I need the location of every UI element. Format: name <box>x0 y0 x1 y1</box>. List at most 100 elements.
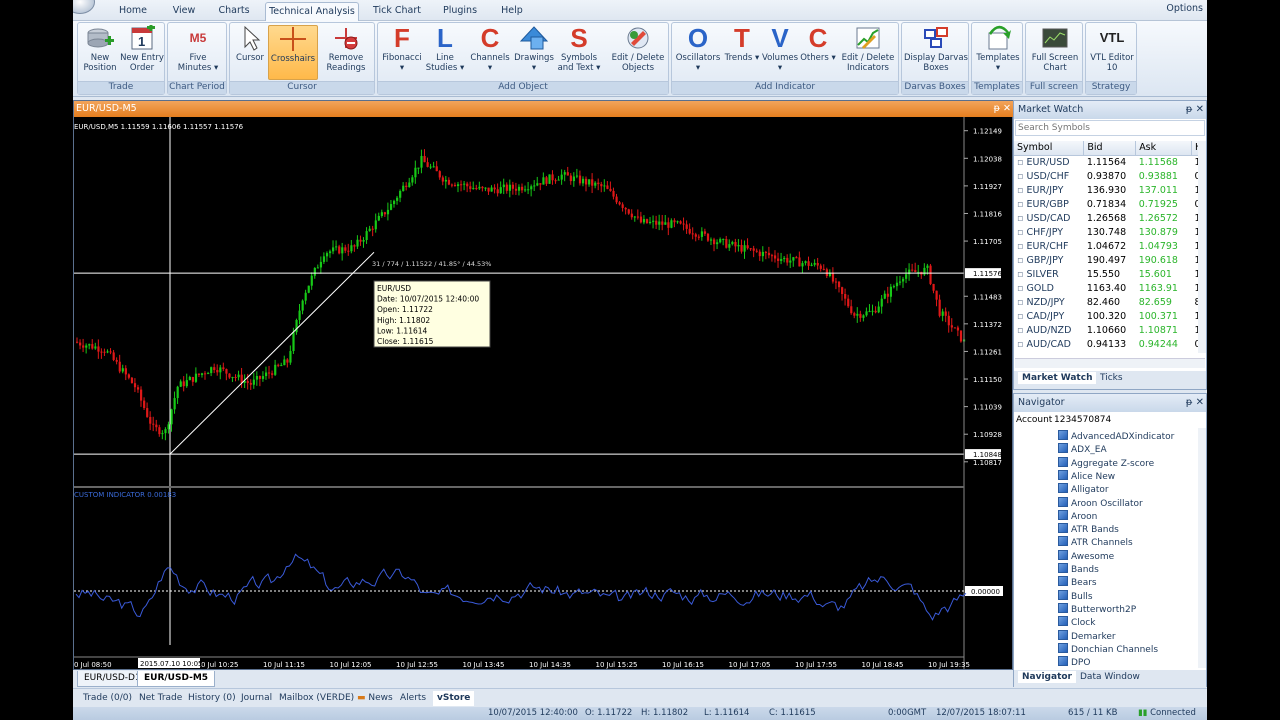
table-row[interactable]: ▫ GOLD1163.401163.911 <box>1014 281 1204 295</box>
tab-home[interactable]: Home <box>113 2 153 21</box>
symbols-and-text-button[interactable]: S Symbols and Text ▾ <box>556 25 602 80</box>
table-row[interactable]: ▫ AUD/CAD0.941330.942440 <box>1014 337 1204 351</box>
tab-net-trade[interactable]: Net Trade <box>139 691 182 706</box>
navigator-item[interactable]: Bands <box>1058 563 1099 576</box>
table-row[interactable]: ▫ SILVER15.55015.6011 <box>1014 267 1204 281</box>
column-symbol[interactable]: Symbol <box>1014 141 1085 156</box>
chart-tab-eurusd-m5[interactable]: EUR/USD-M5 <box>137 671 216 687</box>
navigator-item[interactable]: ADX_EA <box>1058 443 1107 456</box>
navigator-item[interactable]: DPO <box>1058 656 1090 668</box>
navigator-item[interactable]: AdvancedADXindicator <box>1058 430 1174 443</box>
tab-plugins[interactable]: Plugins <box>435 2 485 21</box>
navigator-item[interactable]: Alligator <box>1058 483 1109 496</box>
channels-button[interactable]: C Channels ▾ <box>468 25 512 80</box>
new-position-button[interactable]: New Position <box>80 25 120 80</box>
navigator-item[interactable]: Butterworth2P <box>1058 602 1136 616</box>
table-row[interactable]: ▫ AUD/NZD1.106601.108711 <box>1014 323 1204 337</box>
edit-delete-objects-button[interactable]: Edit / Delete Objects <box>608 25 668 80</box>
tab-navigator[interactable]: Navigator <box>1018 671 1076 683</box>
pin-icon[interactable]: ᵽ <box>1186 104 1193 115</box>
news-icon: ▬ <box>357 693 366 703</box>
navigator-item[interactable]: Aggregate Z-score <box>1058 456 1154 470</box>
table-row[interactable]: ▫ EUR/CHF1.046721.047931 <box>1014 239 1204 253</box>
close-icon[interactable]: ✕ <box>1196 104 1204 115</box>
column-bid[interactable]: Bid <box>1083 141 1137 156</box>
navigator-item[interactable]: Aroon Oscillator <box>1058 496 1143 510</box>
cursor-button[interactable]: Cursor <box>232 25 268 80</box>
table-row[interactable]: ▫ GBP/JPY190.497190.6181 <box>1014 253 1204 267</box>
candle-body <box>146 408 149 417</box>
fibonacci-button[interactable]: F Fibonacci ▾ <box>380 25 424 80</box>
table-row[interactable]: ▫ EUR/GBP0.718340.719250 <box>1014 197 1204 211</box>
remove-readings-button[interactable]: Remove Readings <box>320 25 372 80</box>
oscillators-label: Oscillators <box>675 53 721 63</box>
app-menu-button[interactable] <box>73 0 95 14</box>
oscillators-button[interactable]: O Oscillators ▾ <box>674 25 722 80</box>
tab-news[interactable]: ▬ News <box>357 691 393 706</box>
table-row[interactable]: ▫ CAD/JPY100.320100.3711 <box>1014 309 1204 323</box>
table-row[interactable]: ▫ USD/CAD1.265681.265721 <box>1014 211 1204 225</box>
table-row[interactable]: ▫ EUR/USD1.115641.115681 <box>1014 155 1204 169</box>
pin-icon[interactable]: ᵽ <box>994 103 1000 114</box>
candle-body <box>325 253 329 257</box>
options-link[interactable]: Options <box>1166 3 1203 14</box>
navigator-item[interactable]: Awesome <box>1058 549 1114 563</box>
navigator-item[interactable]: Demarker <box>1058 629 1116 643</box>
close-icon[interactable]: ✕ <box>1196 397 1204 408</box>
tab-data-window[interactable]: Data Window <box>1080 672 1140 682</box>
candle-body <box>234 377 237 379</box>
tab-charts[interactable]: Charts <box>211 2 257 21</box>
close-icon[interactable]: ✕ <box>1003 103 1011 114</box>
market-watch-scrollbar[interactable] <box>1198 141 1206 353</box>
crosshairs-button[interactable]: Crosshairs <box>268 25 318 80</box>
navigator-item[interactable]: Aroon <box>1058 509 1097 523</box>
new-entry-order-button[interactable]: 1 New Entry Order <box>120 24 164 80</box>
symbol-icon: ▫ <box>1017 296 1024 308</box>
navigator-item[interactable]: Donchian Channels <box>1058 642 1158 656</box>
table-row[interactable]: ▫ NZD/JPY82.46082.6598 <box>1014 295 1204 309</box>
drawings-button[interactable]: Drawings ▾ <box>512 25 556 80</box>
tab-market-watch[interactable]: Market Watch <box>1018 372 1097 384</box>
tab-history[interactable]: History (0) <box>188 691 236 706</box>
table-row[interactable]: ▫ EUR/JPY136.930137.0111 <box>1014 183 1204 197</box>
navigator-item[interactable]: ATR Bands <box>1058 523 1119 536</box>
candle-body <box>130 377 134 384</box>
display-darvas-boxes-button[interactable]: Display Darvas Boxes <box>904 25 968 80</box>
time-axis-label: 10 Jul 13:45 <box>463 661 505 669</box>
tab-alerts[interactable]: Alerts <box>400 691 426 706</box>
candle-body <box>426 162 429 167</box>
navigator-scrollbar[interactable] <box>1198 428 1206 668</box>
tab-mailbox[interactable]: Mailbox (VERDE) <box>279 691 354 706</box>
navigator-item[interactable]: Bears <box>1058 576 1097 589</box>
others-button[interactable]: C Others ▾ <box>800 25 836 80</box>
search-symbols-input[interactable] <box>1015 120 1205 136</box>
line-studies-button[interactable]: L Line Studies ▾ <box>424 25 466 80</box>
market-watch-h-scrollbar[interactable] <box>1015 358 1205 368</box>
navigator-item[interactable]: Clock <box>1058 616 1095 629</box>
navigator-item[interactable]: Alice New <box>1058 469 1115 483</box>
tab-technical-analysis[interactable]: Technical Analysis <box>265 2 359 21</box>
five-minutes-button[interactable]: M5 Five Minutes ▾ <box>172 25 224 80</box>
templates-button[interactable]: Templates ▾ <box>974 25 1022 80</box>
tab-ticks[interactable]: Ticks <box>1100 373 1123 383</box>
symbol-cell: ▫ AUD/NZD <box>1014 323 1084 337</box>
column-ask[interactable]: Ask <box>1135 141 1192 156</box>
vtl-editor-button[interactable]: VTL VTL Editor 10 <box>1088 25 1136 80</box>
volumes-button[interactable]: V Volumes ▾ <box>760 25 800 80</box>
calendar-icon: 1 <box>127 24 157 51</box>
tab-view[interactable]: View <box>163 2 205 21</box>
edit-delete-indicators-button[interactable]: Edit / Delete Indicators <box>838 25 898 80</box>
full-screen-chart-button[interactable]: Full Screen Chart <box>1028 25 1082 80</box>
tab-trade[interactable]: Trade (0/0) <box>83 691 132 706</box>
tab-journal[interactable]: Journal <box>241 691 272 706</box>
trends-button[interactable]: T Trends ▾ <box>724 25 760 80</box>
navigator-item[interactable]: Bulls <box>1058 589 1093 603</box>
price-chart-canvas[interactable]: 1.12149 1.12038 1.11927 1.11816 1.11705 1.115… <box>74 117 1012 669</box>
table-row[interactable]: ▫ CHF/JPY130.748130.8791 <box>1014 225 1204 239</box>
tab-vstore[interactable]: vStore <box>433 691 475 706</box>
table-row[interactable]: ▫ USD/CHF0.938700.938810 <box>1014 169 1204 183</box>
tab-tick-chart[interactable]: Tick Chart <box>368 2 426 21</box>
navigator-item[interactable]: ATR Channels <box>1058 536 1133 549</box>
pin-icon[interactable]: ᵽ <box>1186 397 1193 408</box>
tab-help[interactable]: Help <box>493 2 531 21</box>
